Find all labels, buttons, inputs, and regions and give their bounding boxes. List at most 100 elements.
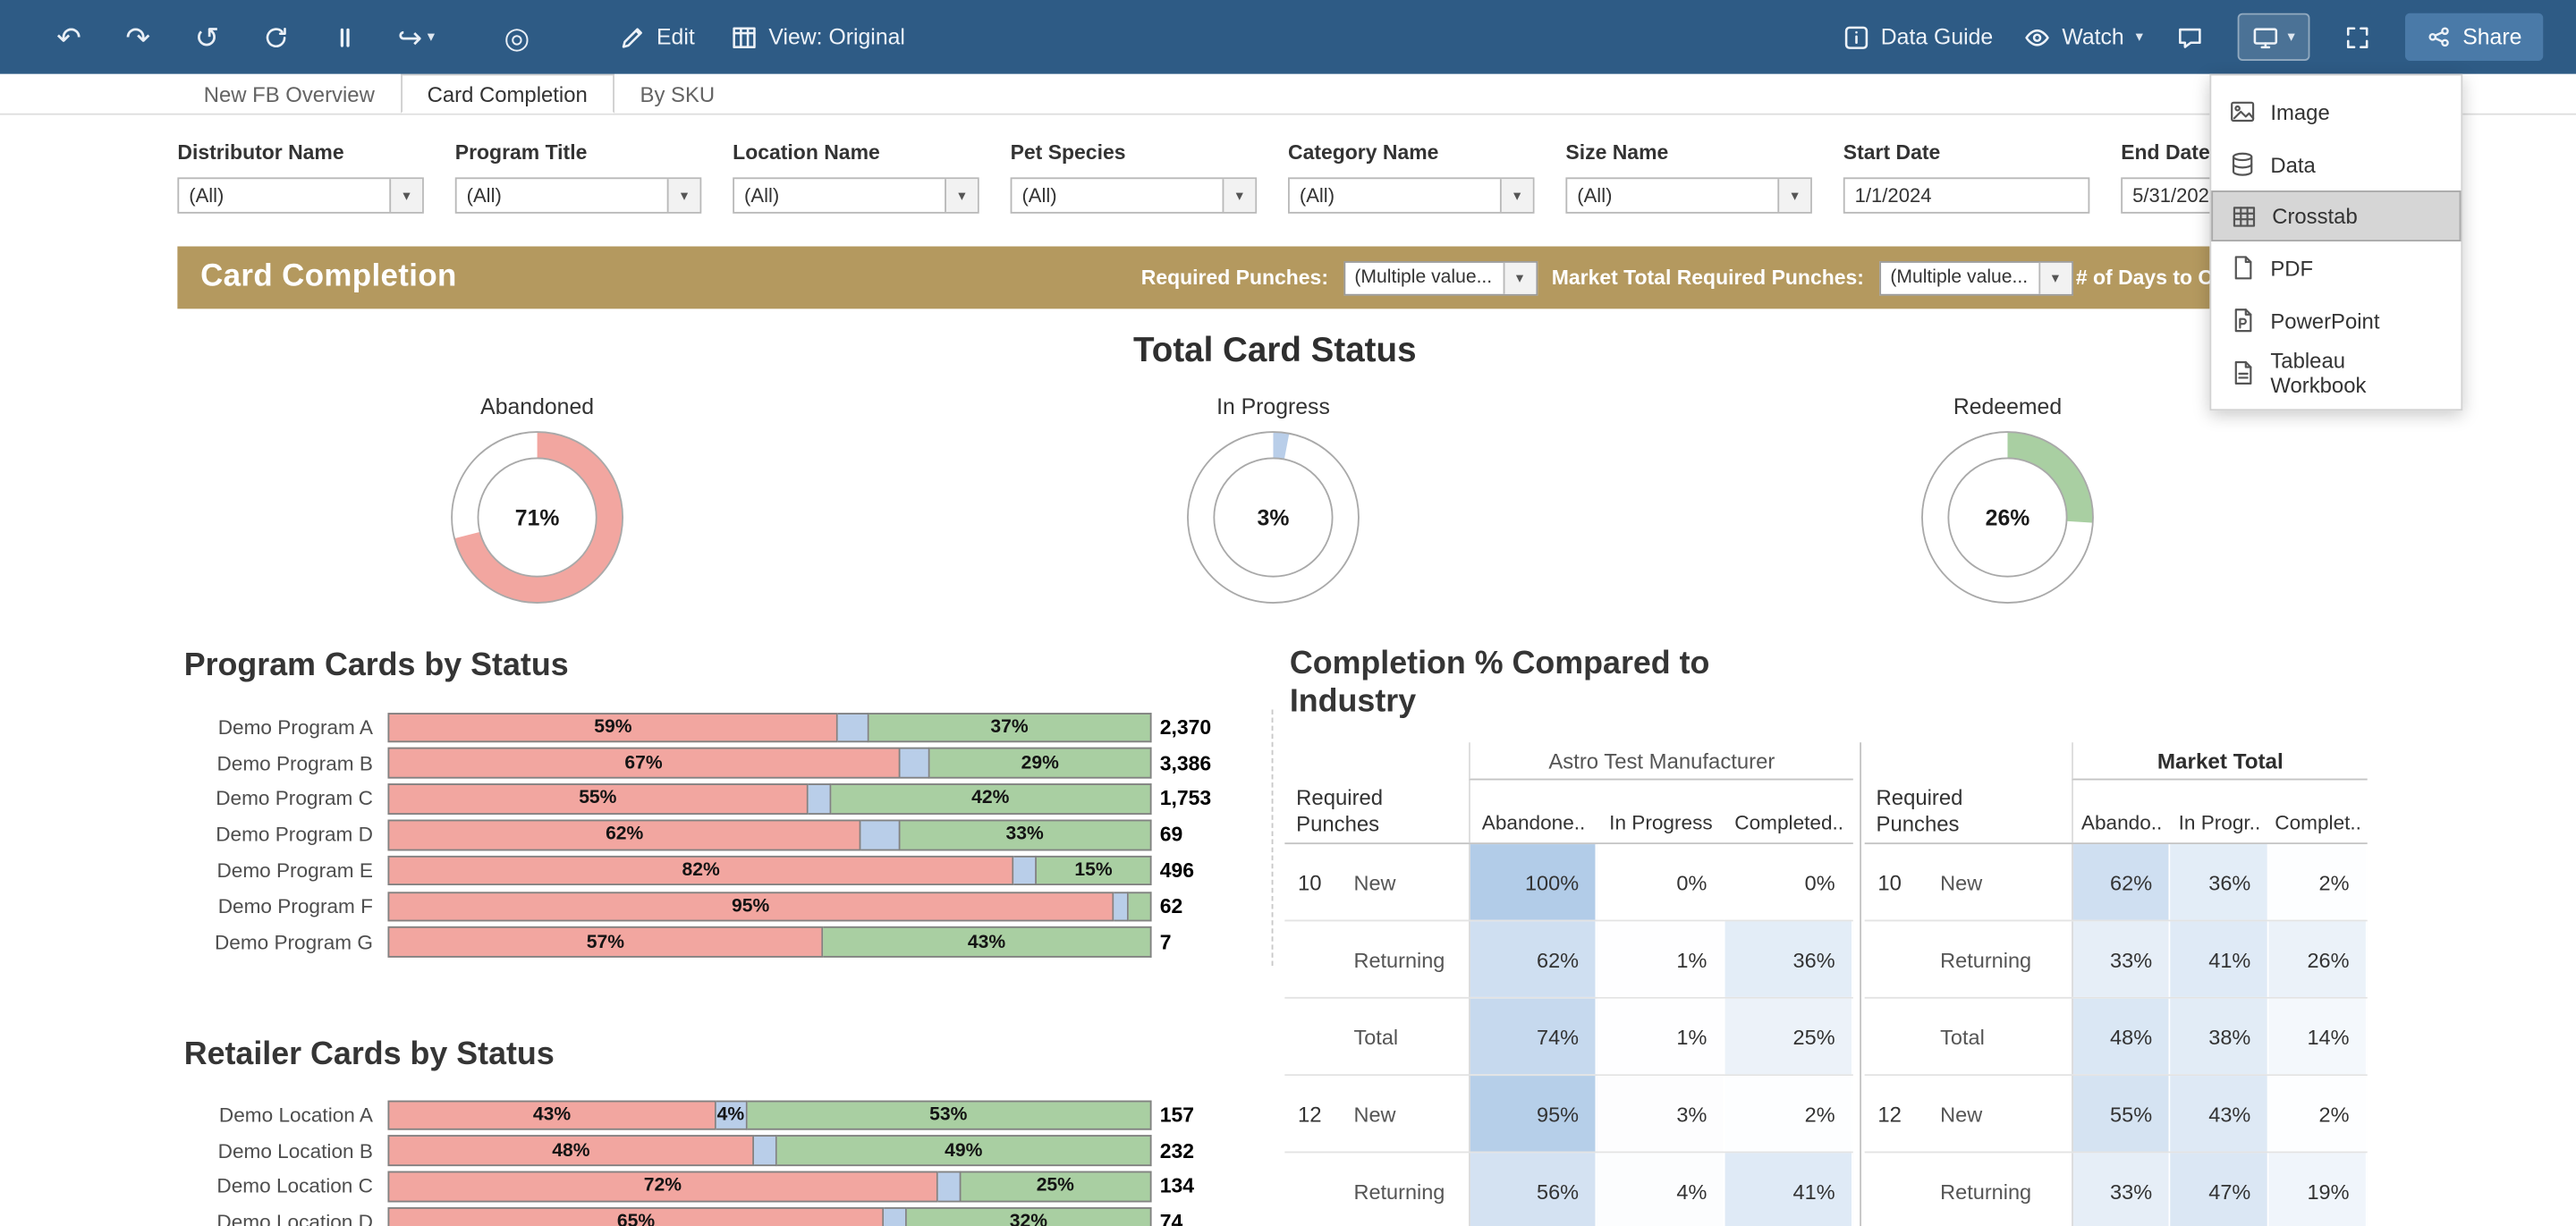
bar-segment-in-progress[interactable] bbox=[808, 784, 831, 815]
filter-dropdown[interactable]: (All)▾ bbox=[1565, 177, 1812, 213]
dropdown-caret-icon[interactable]: ▾ bbox=[667, 179, 700, 212]
value-cell[interactable]: 19% bbox=[2269, 1153, 2368, 1226]
column-header[interactable]: Complet.. bbox=[2269, 780, 2368, 842]
value-cell[interactable]: 100% bbox=[1469, 844, 1597, 919]
bar-segment-redeemed[interactable]: 42% bbox=[831, 784, 1152, 815]
value-cell[interactable]: 33% bbox=[2072, 921, 2170, 996]
refresh-icon[interactable] bbox=[259, 19, 292, 55]
bar-category-label[interactable]: Demo Program G bbox=[177, 931, 387, 954]
filter-dropdown[interactable]: (All)▾ bbox=[455, 177, 702, 213]
dropdown-caret-icon[interactable]: ▾ bbox=[945, 179, 978, 212]
filter-dropdown[interactable]: (All)▾ bbox=[733, 177, 979, 213]
filter-dropdown[interactable]: (All)▾ bbox=[1288, 177, 1535, 213]
value-cell[interactable]: 4% bbox=[1597, 1153, 1724, 1226]
group-cell[interactable]: Returning bbox=[1353, 921, 1469, 996]
menu-item-pdf[interactable]: PDF bbox=[2211, 241, 2461, 294]
value-cell[interactable]: 38% bbox=[2170, 999, 2268, 1074]
value-cell[interactable]: 41% bbox=[1725, 1153, 1853, 1226]
value-cell[interactable]: 2% bbox=[2269, 844, 2368, 919]
target-icon[interactable]: ◎ bbox=[501, 19, 534, 55]
bar-segment-abandoned[interactable]: 55% bbox=[387, 784, 808, 815]
bar-segment-in-progress[interactable] bbox=[754, 1136, 777, 1166]
bar-segment-in-progress[interactable] bbox=[1014, 856, 1038, 886]
value-cell[interactable]: 55% bbox=[2072, 1076, 2170, 1151]
bar-segment-abandoned[interactable]: 72% bbox=[387, 1171, 937, 1202]
bar-segment-abandoned[interactable]: 57% bbox=[387, 927, 823, 958]
group-cell[interactable]: New bbox=[1353, 844, 1469, 919]
group-cell[interactable]: Returning bbox=[1940, 921, 2072, 996]
value-cell[interactable]: 74% bbox=[1469, 999, 1597, 1074]
data-guide-button[interactable]: Data Guide bbox=[1843, 24, 1994, 50]
view-original-button[interactable]: View: Original bbox=[731, 24, 905, 50]
value-cell[interactable]: 0% bbox=[1597, 844, 1724, 919]
fullscreen-icon[interactable] bbox=[2341, 19, 2374, 55]
value-cell[interactable]: 1% bbox=[1597, 921, 1724, 996]
column-header[interactable]: Abando.. bbox=[2072, 780, 2170, 842]
filter-dropdown[interactable]: (All)▾ bbox=[1011, 177, 1258, 213]
bar-segment-in-progress[interactable] bbox=[885, 1207, 908, 1226]
dropdown-caret-icon[interactable]: ▾ bbox=[2038, 262, 2072, 293]
undo-icon[interactable]: ↶ bbox=[53, 19, 86, 55]
bar-segment-in-progress[interactable] bbox=[937, 1171, 961, 1202]
bar-category-label[interactable]: Demo Program E bbox=[177, 859, 387, 883]
tab-new-fb-overview[interactable]: New FB Overview bbox=[177, 74, 401, 114]
bar-category-label[interactable]: Demo Location C bbox=[177, 1175, 387, 1198]
donut-chart[interactable]: 3% bbox=[1109, 430, 1437, 613]
group-cell[interactable]: New bbox=[1940, 844, 2072, 919]
bar-category-label[interactable]: Demo Location B bbox=[177, 1139, 387, 1163]
bar-segment-abandoned[interactable]: 62% bbox=[387, 820, 861, 850]
group-cell[interactable]: Total bbox=[1353, 999, 1469, 1074]
bar-segment-in-progress[interactable] bbox=[1114, 892, 1129, 922]
bar-segment-redeemed[interactable] bbox=[1129, 892, 1152, 922]
bar-segment-abandoned[interactable]: 65% bbox=[387, 1207, 884, 1226]
bar-segment-abandoned[interactable]: 43% bbox=[387, 1100, 716, 1130]
watch-button[interactable]: Watch ▾ bbox=[2024, 24, 2143, 50]
group-cell[interactable]: Returning bbox=[1940, 1153, 2072, 1226]
filter-dropdown[interactable]: (All)▾ bbox=[177, 177, 424, 213]
tab-by-sku[interactable]: By SKU bbox=[614, 74, 741, 114]
value-cell[interactable]: 3% bbox=[1597, 1076, 1724, 1151]
bar-category-label[interactable]: Demo Program D bbox=[177, 824, 387, 847]
redo-icon[interactable]: ↷ bbox=[122, 19, 155, 55]
dropdown-caret-icon[interactable]: ▾ bbox=[1503, 262, 1536, 293]
value-cell[interactable]: 47% bbox=[2170, 1153, 2268, 1226]
value-cell[interactable]: 14% bbox=[2269, 999, 2368, 1074]
bar-segment-in-progress[interactable]: 4% bbox=[716, 1100, 747, 1130]
bar-category-label[interactable]: Demo Program A bbox=[177, 716, 387, 740]
banner-param-dropdown[interactable]: (Multiple value...▾ bbox=[1343, 260, 1538, 295]
dropdown-caret-icon[interactable]: ▾ bbox=[1777, 179, 1810, 212]
donut-chart[interactable]: 71% bbox=[373, 430, 701, 613]
value-cell[interactable]: 43% bbox=[2170, 1076, 2268, 1151]
value-cell[interactable]: 0% bbox=[1725, 844, 1853, 919]
download-button[interactable]: ▾ bbox=[2238, 13, 2309, 61]
bar-segment-redeemed[interactable]: 29% bbox=[930, 748, 1152, 779]
group-cell[interactable]: New bbox=[1940, 1076, 2072, 1151]
bar-segment-in-progress[interactable] bbox=[861, 820, 900, 850]
menu-item-data[interactable]: Data bbox=[2211, 138, 2461, 190]
bar-segment-redeemed[interactable]: 25% bbox=[961, 1171, 1152, 1202]
value-cell[interactable]: 33% bbox=[2072, 1153, 2170, 1226]
value-cell[interactable]: 56% bbox=[1469, 1153, 1597, 1226]
revert-icon[interactable]: ↺ bbox=[191, 19, 224, 55]
comment-icon[interactable] bbox=[2174, 19, 2207, 55]
column-header[interactable]: Abandone.. bbox=[1469, 780, 1597, 842]
bar-segment-redeemed[interactable]: 15% bbox=[1037, 856, 1151, 886]
bar-segment-redeemed[interactable]: 32% bbox=[907, 1207, 1151, 1226]
edit-button[interactable]: Edit bbox=[619, 24, 695, 50]
bar-category-label[interactable]: Demo Program B bbox=[177, 752, 387, 775]
dropdown-caret-icon[interactable]: ▾ bbox=[1223, 179, 1256, 212]
banner-param-dropdown[interactable]: (Multiple value...▾ bbox=[1878, 260, 2072, 295]
dropdown-caret-icon[interactable]: ▾ bbox=[389, 179, 422, 212]
bar-category-label[interactable]: Demo Program F bbox=[177, 895, 387, 918]
value-cell[interactable]: 36% bbox=[1725, 921, 1853, 996]
value-cell[interactable]: 26% bbox=[2269, 921, 2368, 996]
bar-segment-redeemed[interactable]: 37% bbox=[869, 712, 1152, 742]
group-cell[interactable]: Total bbox=[1940, 999, 2072, 1074]
bar-segment-abandoned[interactable]: 82% bbox=[387, 856, 1013, 886]
value-cell[interactable]: 2% bbox=[2269, 1076, 2368, 1151]
value-cell[interactable]: 36% bbox=[2170, 844, 2268, 919]
value-cell[interactable]: 62% bbox=[1469, 921, 1597, 996]
bar-segment-abandoned[interactable]: 95% bbox=[387, 892, 1113, 922]
bar-category-label[interactable]: Demo Location D bbox=[177, 1211, 387, 1226]
value-cell[interactable]: 25% bbox=[1725, 999, 1853, 1074]
